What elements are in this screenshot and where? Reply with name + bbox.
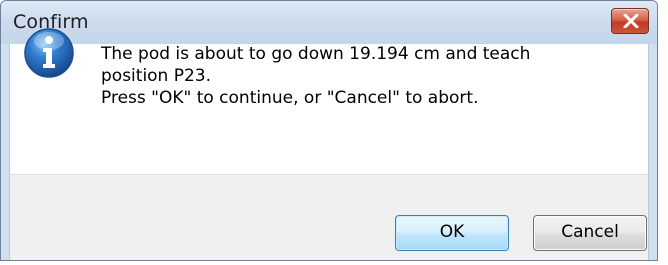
info-icon (24, 28, 74, 78)
close-button[interactable] (611, 8, 649, 34)
message-text: The pod is about to go down 19.194 cm an… (101, 43, 621, 109)
message-line: Press "OK" to continue, or "Cancel" to a… (101, 88, 479, 108)
ok-button[interactable]: OK (395, 215, 509, 251)
cancel-button[interactable]: Cancel (533, 215, 647, 251)
confirm-dialog: Confirm The pod is about to go down 19.1… (0, 0, 658, 261)
close-icon (623, 14, 639, 28)
title-bar[interactable]: Confirm (1, 1, 657, 44)
message-line: The pod is about to go down 19.194 cm an… (101, 44, 531, 64)
message-line: position P23. (101, 66, 212, 86)
